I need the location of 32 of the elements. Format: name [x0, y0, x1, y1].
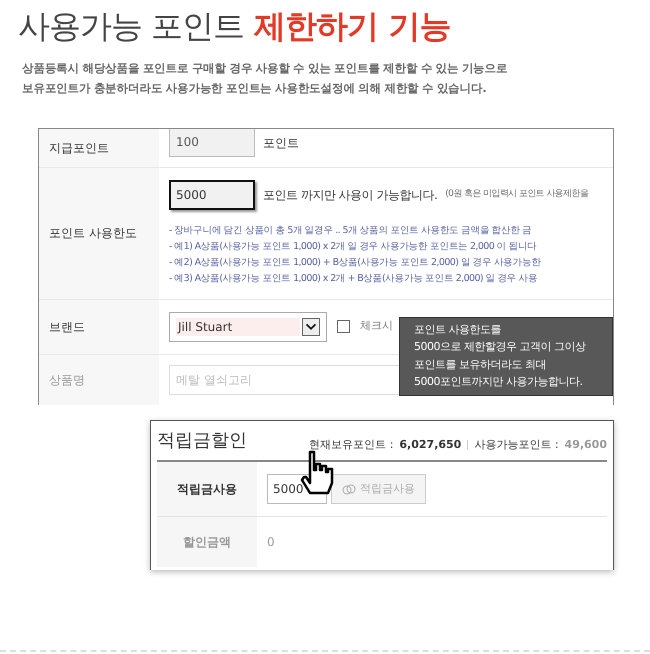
field-label: 상품명	[49, 372, 85, 388]
held-points-label: 현재보유포인트 :	[309, 436, 394, 452]
note-text: - 예3) A상품(사용가능 포인트 1,000) x 2개 + B상품(사용가능 포인트 2,000) 일 경우 사용	[169, 272, 538, 286]
hint-text: (0원 혹은 미입력시 포인트 사용제한을	[445, 188, 588, 201]
limit-field[interactable]: 5000	[169, 180, 255, 210]
note-text: - 장바구니에 담긴 상품이 총 5개 일경우 .. 5개 상품의 포인트 사용한도 금액을 합산한 금	[169, 224, 533, 238]
field-label: 포인트 사용한도	[49, 225, 137, 242]
field-label: 지급포인트	[49, 140, 109, 156]
field-label: 브랜드	[49, 318, 85, 336]
coins-icon	[342, 484, 356, 494]
note-text: - 예1) A상품(사용가능 포인트 1,000) x 2개 일 경우 사용가능한 포인트는 2,000 이 됩니다	[169, 240, 538, 254]
note-text: - 예2) A상품(사용가능 포인트 1,000) + B상품(사용가능 포인트 2,000) 일 경우 사용가능한	[169, 256, 542, 270]
checkbox[interactable]	[337, 320, 350, 333]
discount-amount: 0	[267, 534, 275, 551]
page-title-highlight: 제한하기 기능	[254, 6, 450, 47]
tooltip-text: 5000으로 제한할경우 고객이 그이상	[414, 339, 587, 355]
unit-text: 포인트	[263, 134, 299, 152]
available-points-label: 사용가능포인트 :	[474, 436, 559, 452]
panel-title: 적립금할인	[157, 429, 247, 453]
points-field[interactable]: 100	[169, 128, 255, 156]
limit-text: 포인트 까지만 사용이 가능합니다.	[263, 186, 438, 204]
dropdown-caret-icon[interactable]	[302, 318, 320, 336]
available-points-value: 49,600	[564, 436, 607, 452]
held-points-value: 6,027,650	[399, 436, 462, 452]
page-title: 사용가능 포인트	[18, 6, 244, 47]
checkbox-label: 체크시	[360, 318, 393, 334]
description-text: 상품등록시 해당상품을 포인트로 구매할 경우 사용할 수 있는 포인트를 제한할 수 있는 기능으로	[22, 60, 508, 77]
brand-select[interactable]: Jill Stuart	[169, 312, 327, 342]
tooltip-text: 포인트 사용한도를	[414, 322, 502, 338]
description-text: 보유포인트가 충분하더라도 사용가능한 포인트는 사용한도설정에 의해 제한할 수 있습니다.	[22, 80, 488, 98]
field-label: 할인금액	[183, 534, 231, 551]
field-label: 적립금사용	[177, 481, 237, 498]
